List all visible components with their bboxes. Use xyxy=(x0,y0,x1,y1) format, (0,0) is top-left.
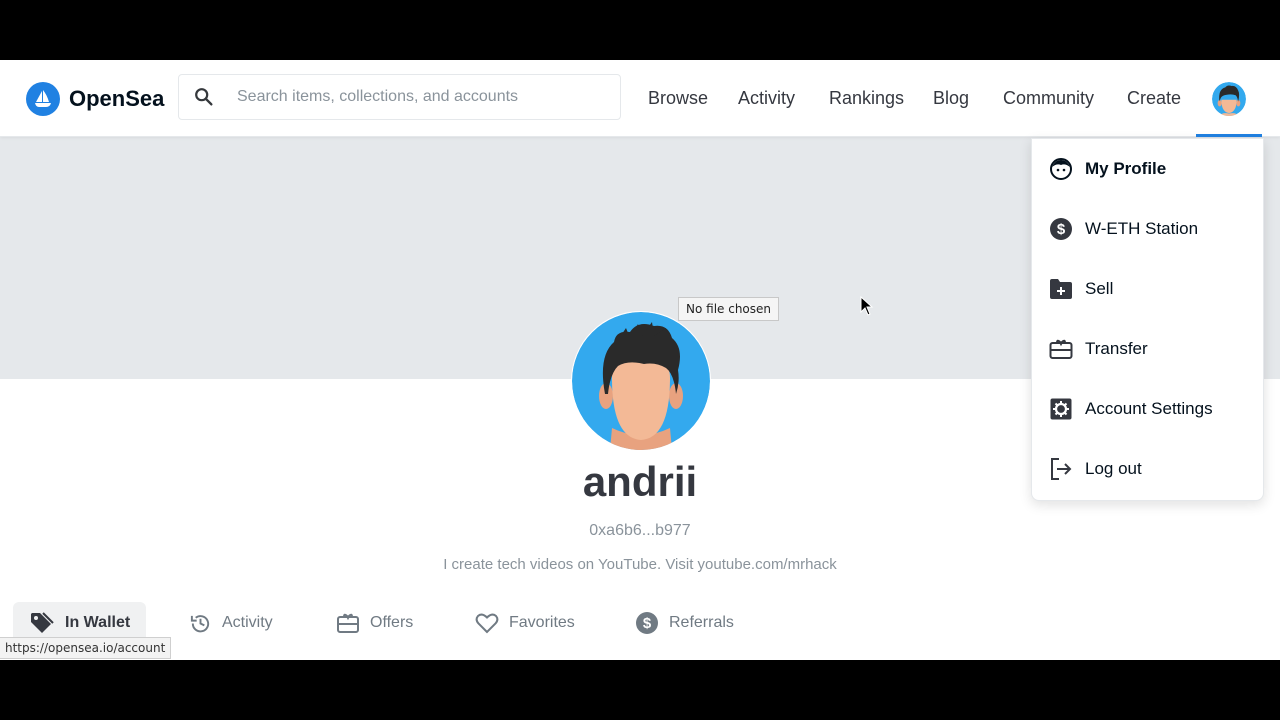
dollar-circle-icon: $ xyxy=(636,612,658,634)
search-bar[interactable] xyxy=(178,74,621,120)
svg-text:$: $ xyxy=(643,615,652,632)
folder-plus-icon xyxy=(1049,277,1073,301)
menu-item-my-profile[interactable]: My Profile xyxy=(1032,139,1263,199)
heart-icon xyxy=(475,613,499,634)
nav-browse[interactable]: Browse xyxy=(648,88,708,109)
nav-community[interactable]: Community xyxy=(1003,88,1094,109)
nav-rankings[interactable]: Rankings xyxy=(829,88,904,109)
profile-bio: I create tech videos on YouTube. Visit y… xyxy=(443,556,837,573)
gift-card-icon xyxy=(337,613,359,633)
nav-blog[interactable]: Blog xyxy=(933,88,969,109)
wallet-address[interactable]: 0xa6b6...b977 xyxy=(0,522,1280,540)
face-icon xyxy=(1049,157,1073,181)
avatar-icon xyxy=(1212,82,1246,116)
account-avatar-button[interactable] xyxy=(1212,82,1246,116)
mouse-cursor-icon xyxy=(860,296,874,316)
menu-label: W-ETH Station xyxy=(1085,219,1199,238)
top-navbar: OpenSea Browse Activity Rankings Blog Co… xyxy=(0,60,1280,137)
menu-item-transfer[interactable]: Transfer xyxy=(1032,319,1263,379)
menu-item-sell[interactable]: Sell xyxy=(1032,259,1263,319)
gift-card-icon xyxy=(1049,337,1073,361)
menu-label: My Profile xyxy=(1085,159,1167,178)
menu-label: Log out xyxy=(1085,459,1142,478)
tab-label: Offers xyxy=(370,614,414,631)
tab-label: Favorites xyxy=(509,614,575,631)
tab-label: Referrals xyxy=(669,614,734,631)
menu-label: Transfer xyxy=(1085,339,1148,358)
tag-icon xyxy=(31,612,54,633)
search-icon xyxy=(195,88,213,106)
profile-avatar-icon xyxy=(572,312,710,450)
nav-activity[interactable]: Activity xyxy=(738,88,795,109)
menu-label: Account Settings xyxy=(1085,399,1213,418)
menu-label: Sell xyxy=(1085,279,1114,298)
menu-item-weth-station[interactable]: $ W-ETH Station xyxy=(1032,199,1263,259)
tab-offers[interactable]: Offers xyxy=(336,602,413,644)
opensea-logo[interactable]: OpenSea xyxy=(26,82,164,116)
tab-favorites[interactable]: Favorites xyxy=(475,602,575,644)
tab-activity[interactable]: Activity xyxy=(189,602,273,644)
logo-text: OpenSea xyxy=(69,86,165,111)
menu-item-account-settings[interactable]: Account Settings xyxy=(1032,379,1263,439)
logout-icon xyxy=(1049,457,1073,481)
dollar-icon: $ xyxy=(1049,217,1073,241)
opensea-logo-icon xyxy=(26,82,60,116)
nav-create[interactable]: Create xyxy=(1127,88,1181,109)
tab-label: In Wallet xyxy=(65,614,131,631)
profile-avatar[interactable] xyxy=(571,311,711,451)
menu-item-log-out[interactable]: Log out xyxy=(1032,439,1263,499)
settings-icon xyxy=(1049,397,1073,421)
active-underline xyxy=(1196,134,1262,137)
svg-text:$: $ xyxy=(1057,221,1066,238)
status-bar-url: https://opensea.io/account xyxy=(0,637,172,659)
opensea-page: OpenSea Browse Activity Rankings Blog Co… xyxy=(0,60,1280,660)
history-icon xyxy=(190,614,210,632)
tab-label: Activity xyxy=(222,614,273,631)
file-tooltip: No file chosen xyxy=(678,297,780,321)
account-dropdown-menu: My Profile $ W-ETH Station Sell Transfer… xyxy=(1031,138,1264,501)
search-input[interactable] xyxy=(235,87,609,107)
tab-referrals[interactable]: $ Referrals xyxy=(635,602,734,644)
